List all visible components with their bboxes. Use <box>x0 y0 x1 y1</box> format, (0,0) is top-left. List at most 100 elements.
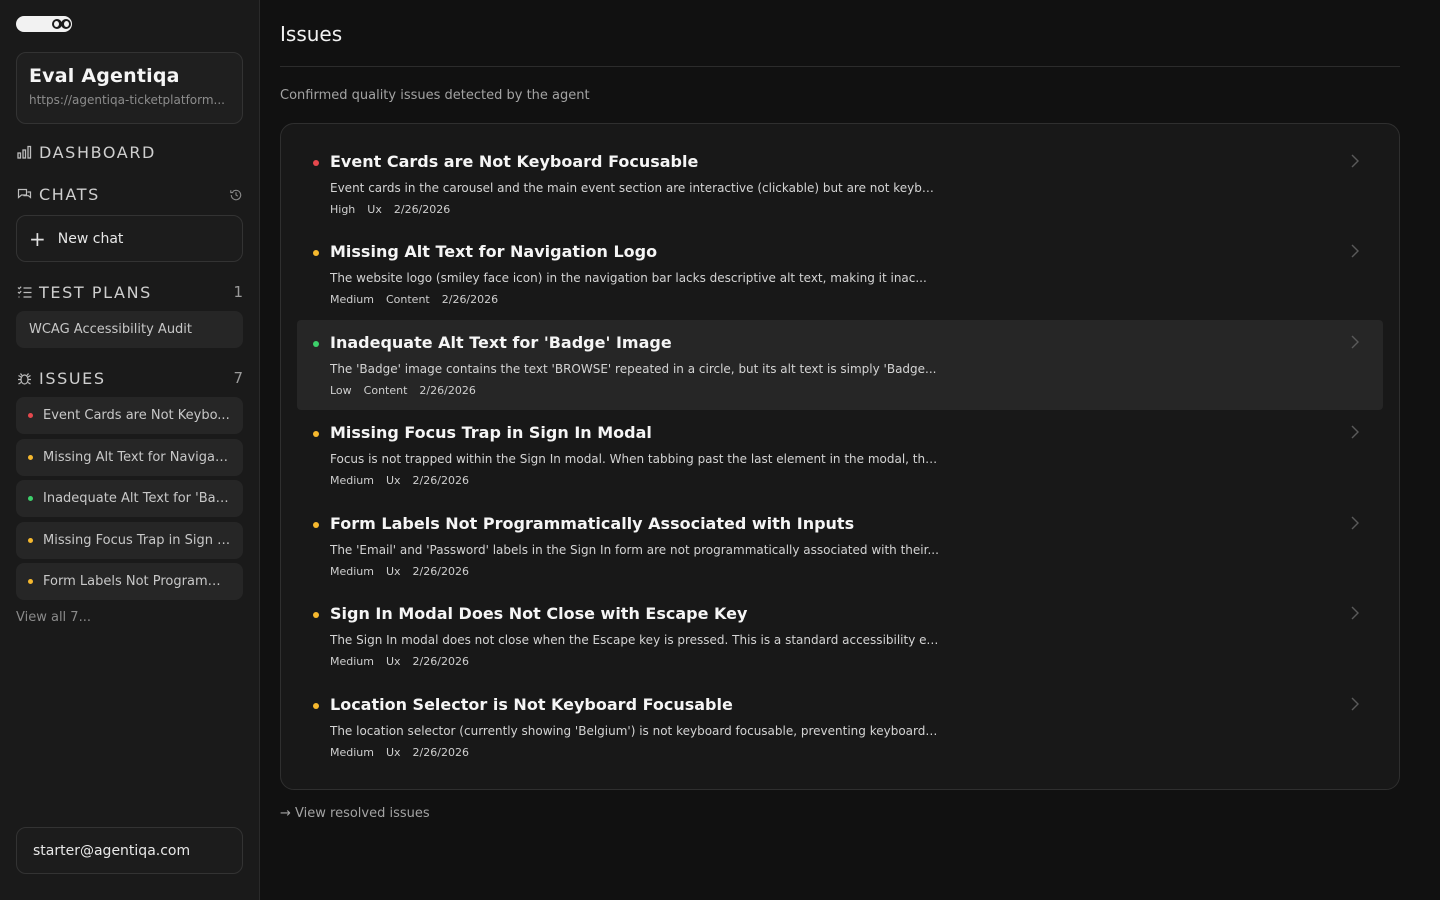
sidebar-issue-label: Form Labels Not Programm... <box>43 574 231 589</box>
project-name: Eval Agentiqa <box>29 65 180 87</box>
issue-category: Ux <box>385 474 401 487</box>
severity-dot <box>313 250 319 256</box>
header-divider <box>280 66 1400 67</box>
test-plans-count: 1 <box>233 283 243 301</box>
issue-date: 2/26/2026 <box>412 474 469 487</box>
severity-dot <box>28 579 33 584</box>
severity-dot <box>313 703 319 709</box>
severity-dot <box>313 160 319 166</box>
issue-description: Focus is not trapped within the Sign In … <box>330 452 940 466</box>
severity-dot <box>28 455 33 460</box>
sidebar-issue-item[interactable]: Inadequate Alt Text for 'Bad... <box>16 480 243 517</box>
checklist-icon <box>16 284 32 300</box>
issue-category: Content <box>363 384 408 397</box>
issue-description: The location selector (currently showing… <box>330 724 940 738</box>
issue-row[interactable]: Sign In Modal Does Not Close with Escape… <box>297 591 1383 681</box>
issue-category: Ux <box>385 746 401 759</box>
issues-count: 7 <box>233 369 243 387</box>
sidebar-issue-label: Inadequate Alt Text for 'Bad... <box>43 491 231 506</box>
view-resolved-issues-link[interactable]: → View resolved issues <box>280 806 430 821</box>
history-icon[interactable] <box>229 187 243 201</box>
chevron-right-icon <box>1349 605 1361 621</box>
issue-meta: Low Content 2/26/2026 <box>330 384 476 397</box>
issue-meta: Medium Ux 2/26/2026 <box>330 746 469 759</box>
sidebar-issue-label: Missing Alt Text for Navigati... <box>43 450 231 465</box>
issue-title: Event Cards are Not Keyboard Focusable <box>330 152 699 171</box>
nav-chats[interactable]: CHATS <box>16 182 243 206</box>
issue-row[interactable]: Missing Alt Text for Navigation Logo The… <box>297 229 1383 319</box>
issue-description: The website logo (smiley face icon) in t… <box>330 271 927 285</box>
issue-meta: High Ux 2/26/2026 <box>330 203 450 216</box>
app-logo[interactable] <box>16 16 72 32</box>
bar-chart-icon <box>16 144 32 160</box>
chevron-right-icon <box>1349 243 1361 259</box>
issue-row[interactable]: Form Labels Not Programmatically Associa… <box>297 501 1383 591</box>
issue-category: Ux <box>385 655 401 668</box>
issue-severity: Low <box>330 384 352 397</box>
view-all-issues-link[interactable]: View all 7... <box>16 610 91 625</box>
sidebar-issue-item[interactable]: Missing Focus Trap in Sign I... <box>16 522 243 559</box>
severity-dot <box>313 522 319 528</box>
issue-severity: Medium <box>330 293 374 306</box>
severity-dot <box>313 612 319 618</box>
severity-dot <box>28 496 33 501</box>
issues-list: Event Cards are Not Keyboard Focusable E… <box>280 123 1400 790</box>
sidebar-issue-item[interactable]: Event Cards are Not Keybo... <box>16 397 243 434</box>
issue-severity: Medium <box>330 746 374 759</box>
nav-test-plans-label: TEST PLANS <box>39 282 152 302</box>
issue-row[interactable]: Inadequate Alt Text for 'Badge' Image Th… <box>297 320 1383 410</box>
issue-title: Inadequate Alt Text for 'Badge' Image <box>330 333 672 352</box>
issue-meta: Medium Ux 2/26/2026 <box>330 655 469 668</box>
issue-category: Ux <box>367 203 382 216</box>
nav-issues[interactable]: ISSUES 7 <box>16 366 243 390</box>
issue-title: Location Selector is Not Keyboard Focusa… <box>330 695 733 714</box>
severity-dot <box>28 413 33 418</box>
chevron-right-icon <box>1349 696 1361 712</box>
severity-dot <box>28 538 33 543</box>
issue-date: 2/26/2026 <box>412 746 469 759</box>
issue-row[interactable]: Event Cards are Not Keyboard Focusable E… <box>297 139 1383 229</box>
issue-date: 2/26/2026 <box>393 203 451 216</box>
issue-row[interactable]: Missing Focus Trap in Sign In Modal Focu… <box>297 410 1383 500</box>
severity-dot <box>313 341 319 347</box>
nav-test-plans[interactable]: TEST PLANS 1 <box>16 280 243 304</box>
user-account-button[interactable]: starter@agentiqa.com <box>16 827 243 874</box>
sidebar-issue-item[interactable]: Form Labels Not Programm... <box>16 563 243 600</box>
issue-meta: Medium Ux 2/26/2026 <box>330 474 469 487</box>
issue-description: Event cards in the carousel and the main… <box>330 181 940 195</box>
new-chat-label: New chat <box>57 230 124 247</box>
sidebar: Eval Agentiqa https://agentiqa-ticketpla… <box>0 0 260 900</box>
issue-meta: Medium Ux 2/26/2026 <box>330 565 469 578</box>
issue-title: Missing Alt Text for Navigation Logo <box>330 242 658 261</box>
issue-category: Content <box>385 293 430 306</box>
sidebar-issue-label: Event Cards are Not Keybo... <box>43 408 230 423</box>
issue-row[interactable]: Location Selector is Not Keyboard Focusa… <box>297 682 1383 772</box>
chevron-right-icon <box>1349 424 1361 440</box>
project-card[interactable]: Eval Agentiqa https://agentiqa-ticketpla… <box>16 52 243 124</box>
new-chat-button[interactable]: + New chat <box>16 215 243 262</box>
severity-dot <box>313 431 319 437</box>
test-plan-item[interactable]: WCAG Accessibility Audit <box>16 311 243 348</box>
plus-icon: + <box>29 226 46 251</box>
issue-date: 2/26/2026 <box>412 655 469 668</box>
issue-severity: Medium <box>330 565 374 578</box>
nav-dashboard[interactable]: DASHBOARD <box>16 140 243 164</box>
project-url: https://agentiqa-ticketplatform... <box>29 93 225 107</box>
issue-date: 2/26/2026 <box>412 565 469 578</box>
issue-description: The 'Email' and 'Password' labels in the… <box>330 543 939 557</box>
issue-meta: Medium Content 2/26/2026 <box>330 293 498 306</box>
nav-chats-label: CHATS <box>39 184 100 204</box>
issue-date: 2/26/2026 <box>419 384 476 397</box>
issue-title: Missing Focus Trap in Sign In Modal <box>330 423 652 442</box>
issue-title: Sign In Modal Does Not Close with Escape… <box>330 604 748 623</box>
sidebar-issue-item[interactable]: Missing Alt Text for Navigati... <box>16 439 243 476</box>
chat-bubbles-icon <box>16 186 32 202</box>
user-email: starter@agentiqa.com <box>33 842 191 859</box>
issue-date: 2/26/2026 <box>441 293 499 306</box>
issue-severity: Medium <box>330 655 374 668</box>
chevron-right-icon <box>1349 153 1361 169</box>
issue-category: Ux <box>385 565 401 578</box>
bug-icon <box>16 370 32 386</box>
page-subtitle: Confirmed quality issues detected by the… <box>280 88 590 103</box>
issue-severity: Medium <box>330 474 374 487</box>
